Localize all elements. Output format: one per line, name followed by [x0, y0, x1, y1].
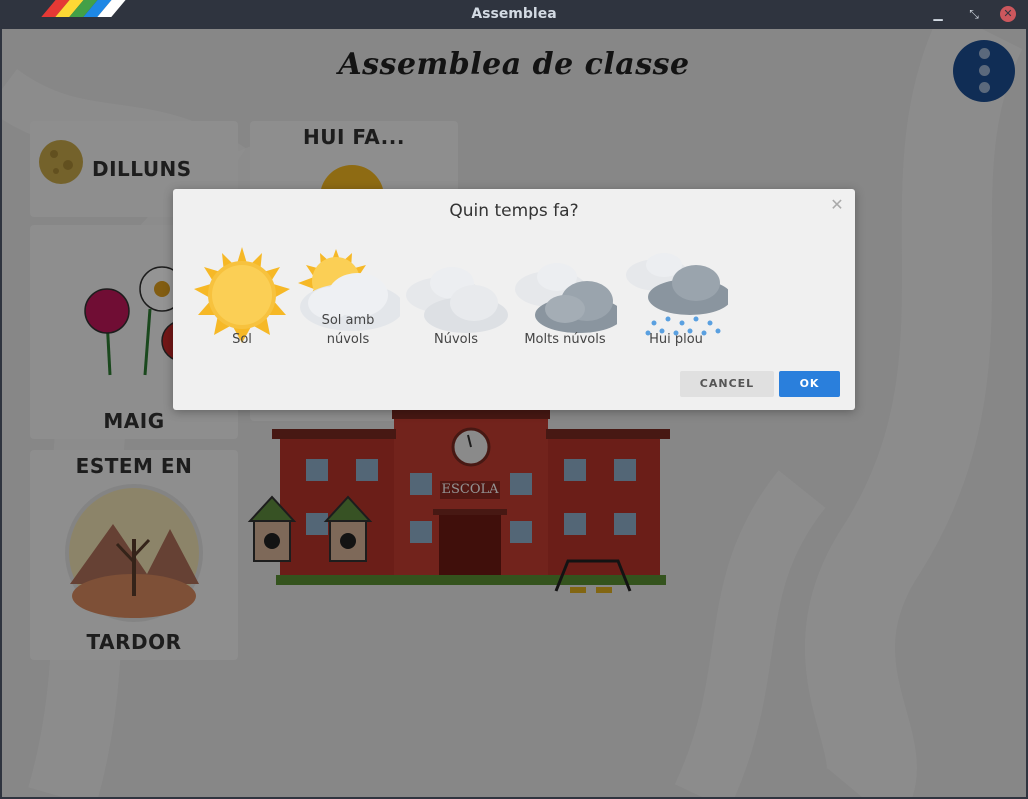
option-label: Sol [232, 332, 252, 347]
window-titlebar[interactable]: Assemblea ▁ ⤡ ✕ [0, 0, 1028, 29]
weather-option-sun-cloud[interactable]: Sol amb núvols [296, 245, 400, 357]
weather-option-clouds[interactable]: Núvols [404, 245, 508, 357]
option-label: Sol amb núvols [321, 313, 375, 347]
window-title: Assemblea [471, 6, 557, 22]
option-label: Molts núvols [524, 332, 606, 347]
close-icon[interactable]: ✕ [829, 197, 845, 213]
minimize-button[interactable]: ▁ [930, 6, 946, 22]
weather-dialog: Quin temps fa? ✕ Sol Sol amb núvols Núvo… [173, 189, 855, 410]
dialog-title: Quin temps fa? [449, 201, 579, 221]
close-button[interactable]: ✕ [1000, 6, 1016, 22]
option-label: Hui plou [649, 332, 703, 347]
maximize-button[interactable]: ⤡ [966, 6, 982, 22]
option-label: Núvols [434, 332, 478, 347]
weather-option-dark-clouds[interactable]: Molts núvols [513, 245, 617, 357]
ok-button[interactable]: OK [779, 371, 840, 397]
modal-backdrop[interactable] [2, 29, 1026, 797]
weather-option-sun[interactable]: Sol [190, 245, 294, 357]
cancel-button[interactable]: CANCEL [680, 371, 774, 397]
app-content: Assemblea de classe DILLUNS HUI FA... MA… [2, 29, 1026, 797]
weather-option-rain[interactable]: Hui plou [624, 245, 728, 357]
